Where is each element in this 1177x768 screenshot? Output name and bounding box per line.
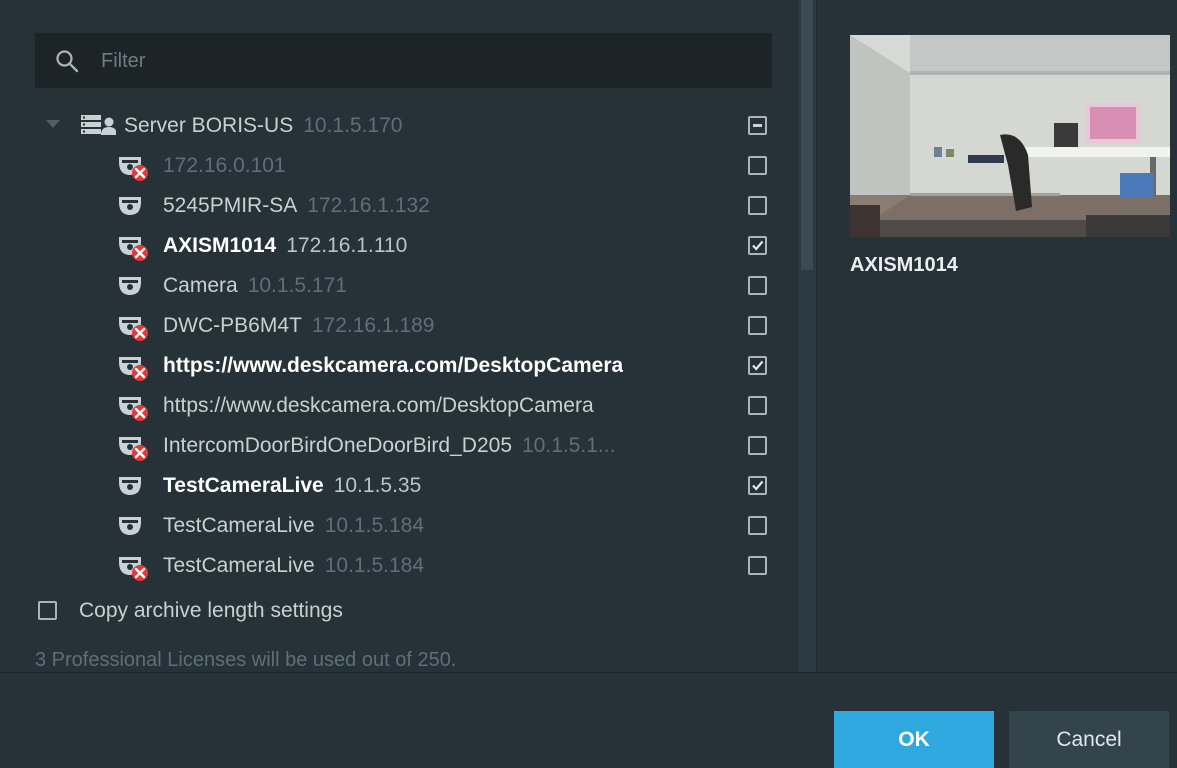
tree-row-device[interactable]: 172.16.0.101 bbox=[0, 146, 798, 186]
scrollbar-thumb[interactable] bbox=[801, 0, 813, 270]
camera-offline-icon bbox=[116, 233, 150, 268]
server-checkbox[interactable] bbox=[748, 116, 767, 135]
dialog-footer bbox=[0, 672, 1177, 768]
device-list-pane: Server BORIS-US 10.1.5.170 172.16.0.101 52… bbox=[0, 0, 798, 672]
device-name: https://www.deskcamera.com/DesktopCamera bbox=[163, 394, 594, 417]
filter-input[interactable] bbox=[101, 43, 751, 79]
device-name: AXISM1014 bbox=[163, 234, 277, 257]
device-label: TestCameraLive 10.1.5.184 bbox=[163, 554, 424, 578]
device-label: TestCameraLive 10.1.5.35 bbox=[163, 474, 421, 498]
tree-row-device[interactable]: Camera 10.1.5.171 bbox=[0, 266, 798, 306]
office-scene-image bbox=[850, 35, 1170, 237]
filter-box[interactable] bbox=[35, 33, 772, 88]
camera-offline-icon bbox=[116, 313, 150, 348]
device-address: 10.1.5.35 bbox=[333, 474, 422, 497]
device-checkbox[interactable] bbox=[748, 276, 767, 295]
tree-row-device[interactable]: AXISM1014 172.16.1.110 bbox=[0, 226, 798, 266]
device-label: AXISM1014 172.16.1.110 bbox=[163, 234, 407, 258]
copy-archive-checkbox[interactable] bbox=[38, 601, 57, 620]
camera-preview-thumbnail bbox=[850, 35, 1170, 237]
tree-row-server[interactable]: Server BORIS-US 10.1.5.170 bbox=[0, 106, 798, 146]
device-address: 172.16.1.189 bbox=[311, 314, 435, 337]
device-checkbox[interactable] bbox=[748, 236, 767, 255]
camera-icon bbox=[116, 513, 144, 544]
camera-icon bbox=[116, 473, 144, 504]
device-checkbox[interactable] bbox=[748, 556, 767, 575]
server-name: Server BORIS-US bbox=[124, 114, 294, 137]
device-name: DWC-PB6M4T bbox=[163, 314, 302, 337]
camera-offline-icon bbox=[116, 353, 150, 388]
device-checkbox[interactable] bbox=[748, 476, 767, 495]
tree-row-device[interactable]: TestCameraLive 10.1.5.35 bbox=[0, 466, 798, 506]
device-label: https://www.deskcamera.com/DesktopCamera bbox=[163, 354, 623, 378]
device-label: DWC-PB6M4T 172.16.1.189 bbox=[163, 314, 434, 338]
copy-archive-option[interactable]: Copy archive length settings bbox=[0, 590, 798, 630]
tree-row-device[interactable]: DWC-PB6M4T 172.16.1.189 bbox=[0, 306, 798, 346]
device-checkbox[interactable] bbox=[748, 396, 767, 415]
tree-row-device[interactable]: https://www.deskcamera.com/DesktopCamera bbox=[0, 346, 798, 386]
camera-offline-icon bbox=[116, 433, 150, 468]
device-name: Camera bbox=[163, 274, 238, 297]
device-checkbox[interactable] bbox=[748, 196, 767, 215]
server-icon bbox=[81, 115, 116, 135]
device-name: TestCameraLive bbox=[163, 474, 324, 497]
device-address: 172.16.1.132 bbox=[307, 194, 430, 217]
device-name: TestCameraLive bbox=[163, 514, 315, 537]
device-checkbox[interactable] bbox=[748, 316, 767, 335]
device-address: 10.1.5.1... bbox=[522, 434, 616, 457]
cancel-button[interactable]: Cancel bbox=[1009, 711, 1169, 768]
device-name: https://www.deskcamera.com/DesktopCamera bbox=[163, 354, 624, 377]
partial-check-icon bbox=[753, 124, 762, 127]
device-checkbox[interactable] bbox=[748, 516, 767, 535]
tree-row-device[interactable]: 5245PMIR-SA 172.16.1.132 bbox=[0, 186, 798, 226]
camera-offline-icon bbox=[116, 553, 150, 588]
tree-row-device[interactable]: TestCameraLive 10.1.5.184 bbox=[0, 546, 798, 586]
device-name: 5245PMIR-SA bbox=[163, 194, 298, 217]
camera-icon bbox=[116, 273, 144, 304]
tree-row-device[interactable]: TestCameraLive 10.1.5.184 bbox=[0, 506, 798, 546]
license-info: 3 Professional Licenses will be used out… bbox=[35, 649, 457, 671]
tree-row-device[interactable]: IntercomDoorBirdOneDoorBird_D205 10.1.5.1… bbox=[0, 426, 798, 466]
device-name: IntercomDoorBirdOneDoorBird_D205 bbox=[163, 434, 512, 457]
device-label: IntercomDoorBirdOneDoorBird_D205 10.1.5.1… bbox=[163, 434, 615, 458]
vertical-scrollbar[interactable] bbox=[798, 0, 816, 672]
device-checkbox[interactable] bbox=[748, 356, 767, 375]
camera-icon bbox=[116, 193, 144, 224]
device-checkbox[interactable] bbox=[748, 156, 767, 175]
device-label: 5245PMIR-SA 172.16.1.132 bbox=[163, 194, 430, 218]
camera-offline-icon bbox=[116, 393, 150, 428]
camera-offline-icon bbox=[116, 153, 150, 188]
device-name: TestCameraLive bbox=[163, 554, 315, 577]
device-label: https://www.deskcamera.com/DesktopCamera bbox=[163, 394, 594, 418]
device-address: 10.1.5.184 bbox=[324, 554, 424, 577]
device-checkbox[interactable] bbox=[748, 436, 767, 455]
device-label: 172.16.0.101 bbox=[163, 154, 286, 178]
device-label: TestCameraLive 10.1.5.184 bbox=[163, 514, 424, 538]
preview-camera-name: AXISM1014 bbox=[850, 254, 958, 276]
copy-archive-label: Copy archive length settings bbox=[79, 599, 343, 622]
server-label: Server BORIS-US 10.1.5.170 bbox=[124, 114, 402, 138]
device-address: 10.1.5.184 bbox=[324, 514, 424, 537]
search-icon bbox=[56, 50, 79, 73]
device-address: 172.16.0.101 bbox=[163, 154, 286, 177]
tree-row-device[interactable]: https://www.deskcamera.com/DesktopCamera bbox=[0, 386, 798, 426]
chevron-down-icon[interactable] bbox=[46, 120, 60, 130]
device-label: Camera 10.1.5.171 bbox=[163, 274, 347, 298]
server-address: 10.1.5.170 bbox=[303, 114, 403, 137]
device-address: 10.1.5.171 bbox=[247, 274, 347, 297]
ok-button[interactable]: OK bbox=[834, 711, 994, 768]
device-address: 172.16.1.110 bbox=[286, 234, 408, 257]
preview-pane: AXISM1014 bbox=[816, 0, 1177, 672]
